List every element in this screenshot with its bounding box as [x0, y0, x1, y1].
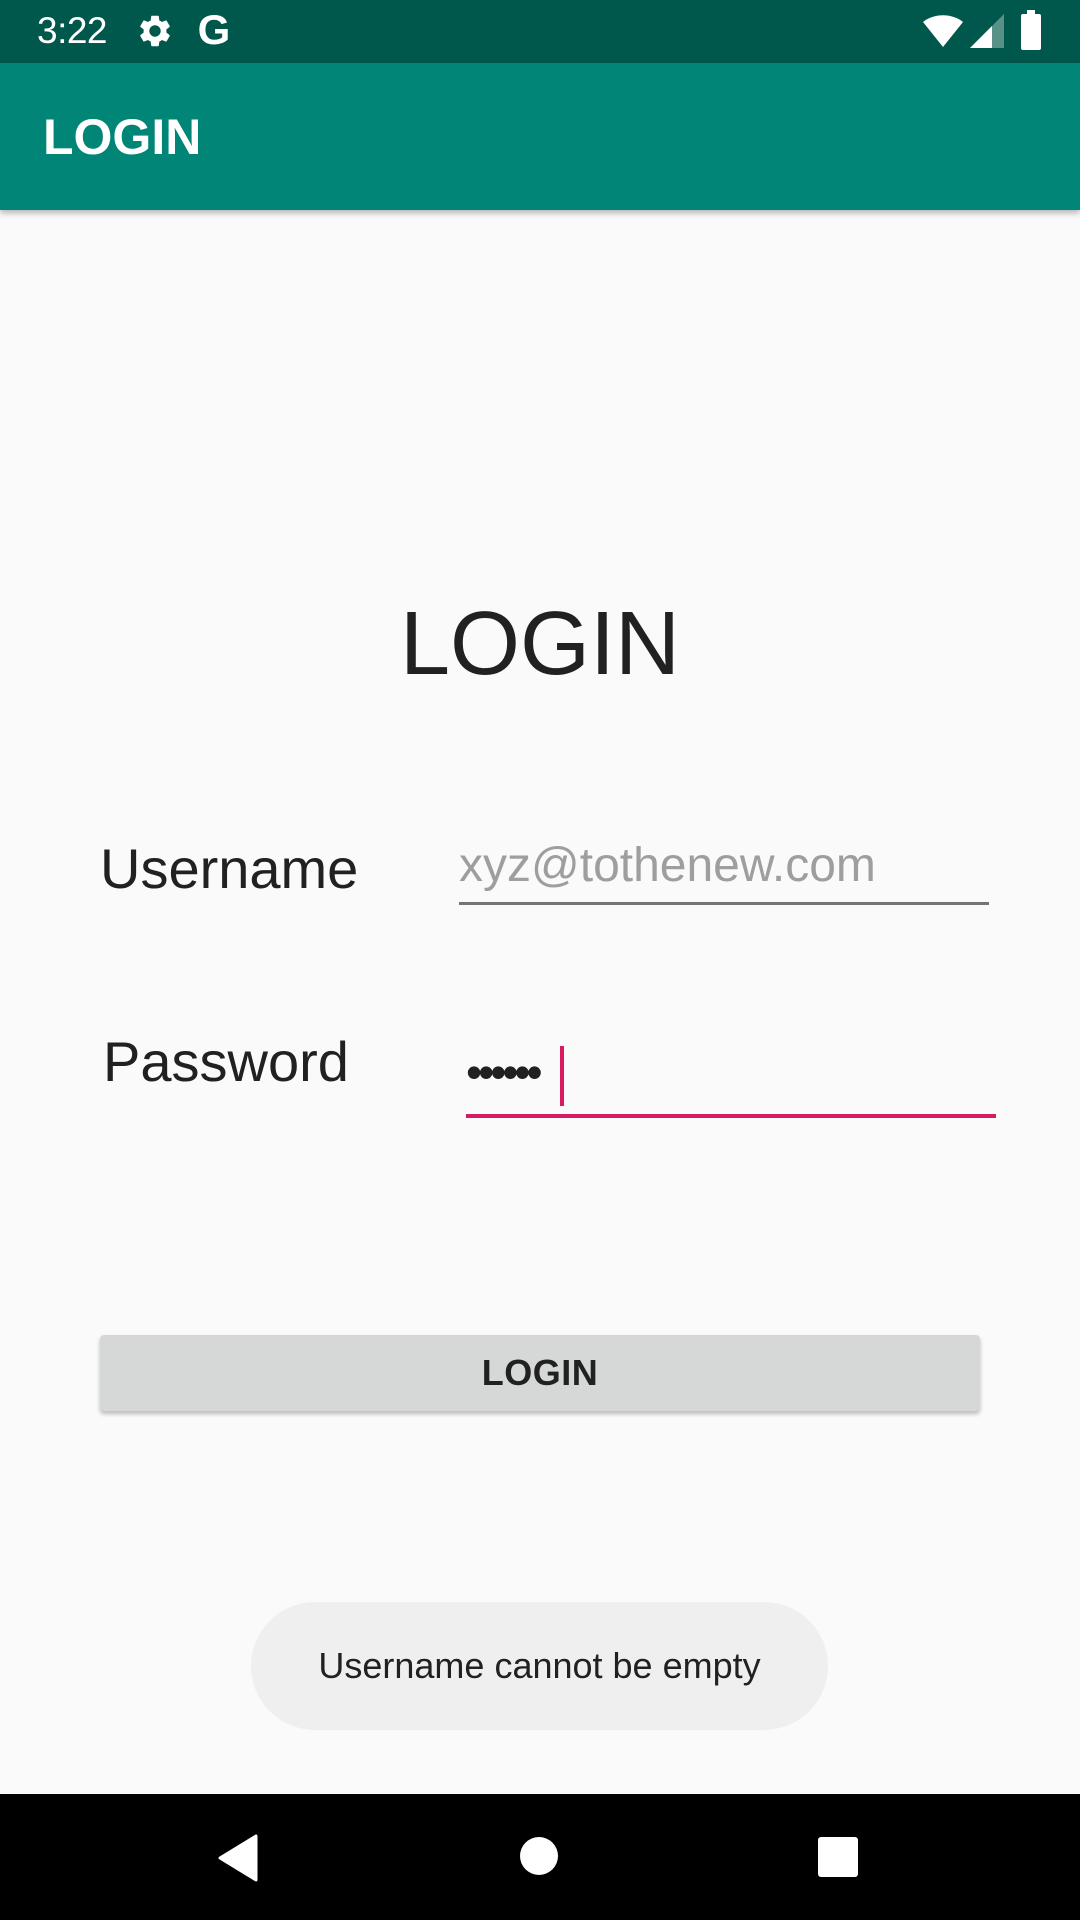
password-label: Password: [103, 1030, 349, 1093]
gear-icon: [140, 15, 170, 47]
text-cursor: [560, 1046, 564, 1106]
username-placeholder: xyz@tothenew.com: [459, 839, 876, 892]
battery-icon: [1021, 10, 1041, 50]
signal-icon: [970, 14, 1004, 48]
navigation-bar: [0, 1794, 1080, 1920]
home-icon[interactable]: [520, 1837, 558, 1875]
app-bar-title: LOGIN: [43, 109, 202, 165]
toast-message: Username cannot be empty: [318, 1645, 761, 1686]
login-button[interactable]: LOGIN: [100, 1335, 980, 1411]
password-value: ••••••: [466, 1046, 543, 1098]
username-input[interactable]: xyz@tothenew.com: [459, 832, 989, 905]
app-bar: LOGIN: [0, 63, 1080, 210]
password-input[interactable]: ••••••: [466, 1038, 996, 1118]
back-icon[interactable]: [216, 1834, 260, 1882]
status-bar: 3:22 G: [0, 0, 1080, 63]
page-heading: LOGIN: [399, 594, 681, 694]
username-label: Username: [100, 837, 359, 900]
wifi-icon: [923, 15, 963, 47]
status-time: 3:22: [37, 10, 108, 51]
recents-icon[interactable]: [818, 1837, 858, 1877]
toast: Username cannot be empty: [251, 1602, 828, 1730]
google-icon: G: [197, 6, 231, 53]
login-button-label: LOGIN: [481, 1352, 599, 1393]
